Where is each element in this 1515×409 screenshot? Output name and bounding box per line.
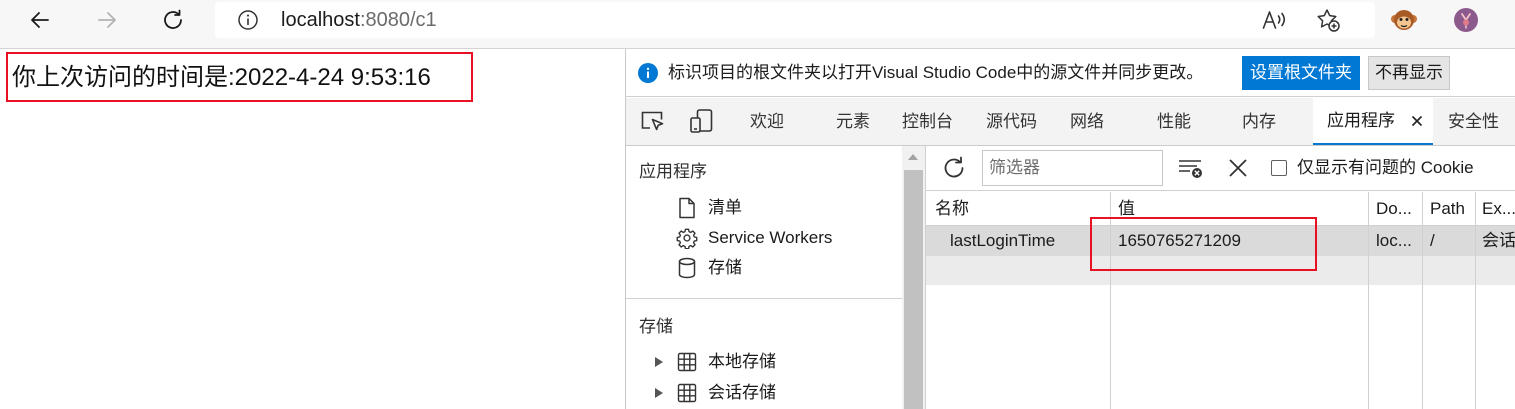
url-host: localhost <box>281 9 360 31</box>
column-header-name[interactable]: 名称 <box>935 192 969 225</box>
clear-all-cookies-button[interactable] <box>1227 157 1249 179</box>
profile-button[interactable] <box>1453 7 1479 33</box>
database-icon <box>677 257 697 279</box>
tab-security[interactable]: 安全性 <box>1448 98 1499 145</box>
dont-show-again-button[interactable]: 不再显示 <box>1368 56 1450 90</box>
devtools-infobar: 标识项目的根文件夹以打开Visual Studio Code中的源文件并同步更改… <box>626 49 1515 97</box>
cookies-toolbar: 仅显示有问题的 Cookie <box>926 146 1515 191</box>
scroll-up-arrow-icon[interactable] <box>908 154 918 160</box>
tab-application[interactable]: 应用程序 <box>1313 98 1433 145</box>
read-aloud-icon <box>1262 11 1286 29</box>
add-favorite-icon <box>1317 9 1340 32</box>
extension-button[interactable] <box>1390 6 1418 34</box>
sidebar-item-session-storage[interactable]: 会话存储 <box>626 378 902 408</box>
profile-avatar-icon <box>1454 8 1478 32</box>
address-bar[interactable]: localhost:8080/c1 <box>215 2 1375 38</box>
infobar-message: 标识项目的根文件夹以打开Visual Studio Code中的源文件并同步更改… <box>668 63 1204 82</box>
sidebar-item-service-workers[interactable]: Service Workers <box>626 223 902 253</box>
sidebar-item-label: 本地存储 <box>708 352 776 371</box>
tab-sources[interactable]: 源代码 <box>986 98 1037 145</box>
table-grid-icon <box>677 352 697 372</box>
only-issues-label[interactable]: 仅显示有问题的 Cookie <box>1297 156 1474 180</box>
sidebar-item-local-storage[interactable]: 本地存储 <box>626 347 902 377</box>
tab-performance[interactable]: 性能 <box>1157 98 1191 145</box>
info-icon <box>238 10 258 30</box>
tab-application-label: 应用程序 <box>1327 111 1395 130</box>
sidebar-item-label: 存储 <box>708 258 742 277</box>
cookie-path: / <box>1430 231 1435 250</box>
cookie-filter-input[interactable] <box>982 150 1163 186</box>
sidebar-scrollbar[interactable] <box>902 146 925 409</box>
info-icon <box>638 63 658 83</box>
column-divider[interactable] <box>1422 192 1423 409</box>
only-issues-checkbox[interactable] <box>1271 160 1287 176</box>
set-root-folder-button[interactable]: 设置根文件夹 <box>1242 56 1360 90</box>
cookies-panel: 仅显示有问题的 Cookie 名称 值 Do... Path Ex... las… <box>925 146 1515 409</box>
expand-triangle-icon[interactable] <box>654 387 664 399</box>
add-favorite-button[interactable] <box>1315 7 1341 33</box>
tab-console[interactable]: 控制台 <box>902 98 953 145</box>
sidebar-item-label: 清单 <box>708 198 742 217</box>
browser-toolbar: localhost:8080/c1 <box>0 0 1515 49</box>
inspect-element-button[interactable] <box>640 109 666 133</box>
document-icon <box>677 197 697 219</box>
scrollbar-thumb[interactable] <box>904 170 923 409</box>
forward-arrow-icon <box>98 12 116 28</box>
refresh-icon <box>164 9 182 29</box>
table-grid-icon <box>677 383 697 403</box>
back-button[interactable] <box>22 2 58 38</box>
gear-icon <box>676 227 698 249</box>
sidebar-item-label: Service Workers <box>708 228 833 247</box>
cookie-expires: 会话 <box>1482 231 1515 250</box>
tab-memory[interactable]: 内存 <box>1242 98 1276 145</box>
cookie-domain: loc... <box>1376 231 1412 250</box>
tab-network[interactable]: 网络 <box>1070 98 1104 145</box>
column-header-domain[interactable]: Do... <box>1376 192 1412 225</box>
cookie-name: lastLoginTime <box>950 231 1056 250</box>
sidebar-item-label: 会话存储 <box>708 383 776 402</box>
device-toolbar-icon <box>690 109 713 133</box>
device-emulation-button[interactable] <box>689 108 715 134</box>
close-tab-button[interactable] <box>1411 115 1423 127</box>
refresh-button[interactable] <box>155 2 191 38</box>
forward-button[interactable] <box>89 2 125 38</box>
sidebar-heading-storage: 存储 <box>639 317 673 336</box>
back-arrow-icon <box>31 12 49 28</box>
sidebar-divider <box>626 298 902 299</box>
url-path: :8080/c1 <box>359 9 437 31</box>
devtools-tabbar: 欢迎 元素 控制台 源代码 网络 性能 内存 应用程序 安全性 <box>626 98 1515 146</box>
clear-filtered-cookies-button[interactable] <box>1177 156 1205 180</box>
column-header-expires[interactable]: Ex... <box>1482 192 1515 225</box>
read-aloud-button[interactable] <box>1261 8 1289 32</box>
close-icon <box>1229 159 1247 177</box>
inspect-element-icon <box>641 111 664 131</box>
url-text[interactable]: localhost:8080/c1 <box>281 8 437 32</box>
highlight-box <box>1090 217 1317 271</box>
column-header-path[interactable]: Path <box>1430 192 1465 225</box>
expand-triangle-icon[interactable] <box>654 356 664 368</box>
application-sidebar: 应用程序 清单 Service Workers 存储 存储 本地存储 会话存储 <box>626 146 902 409</box>
highlight-box <box>6 52 473 102</box>
tab-welcome[interactable]: 欢迎 <box>750 98 784 145</box>
devtools-panel: 标识项目的根文件夹以打开Visual Studio Code中的源文件并同步更改… <box>625 49 1515 409</box>
column-divider[interactable] <box>1475 192 1476 409</box>
refresh-icon <box>944 156 964 178</box>
sidebar-item-manifest[interactable]: 清单 <box>626 193 902 223</box>
site-info-button[interactable] <box>236 8 260 32</box>
close-icon <box>1411 115 1423 127</box>
column-divider[interactable] <box>1368 192 1369 409</box>
sidebar-item-storage[interactable]: 存储 <box>626 253 902 283</box>
sidebar-heading-application: 应用程序 <box>639 162 707 181</box>
monkey-extension-icon <box>1391 10 1417 30</box>
refresh-cookies-button[interactable] <box>941 155 967 181</box>
clear-filter-icon <box>1179 160 1202 178</box>
tab-elements[interactable]: 元素 <box>836 98 870 145</box>
